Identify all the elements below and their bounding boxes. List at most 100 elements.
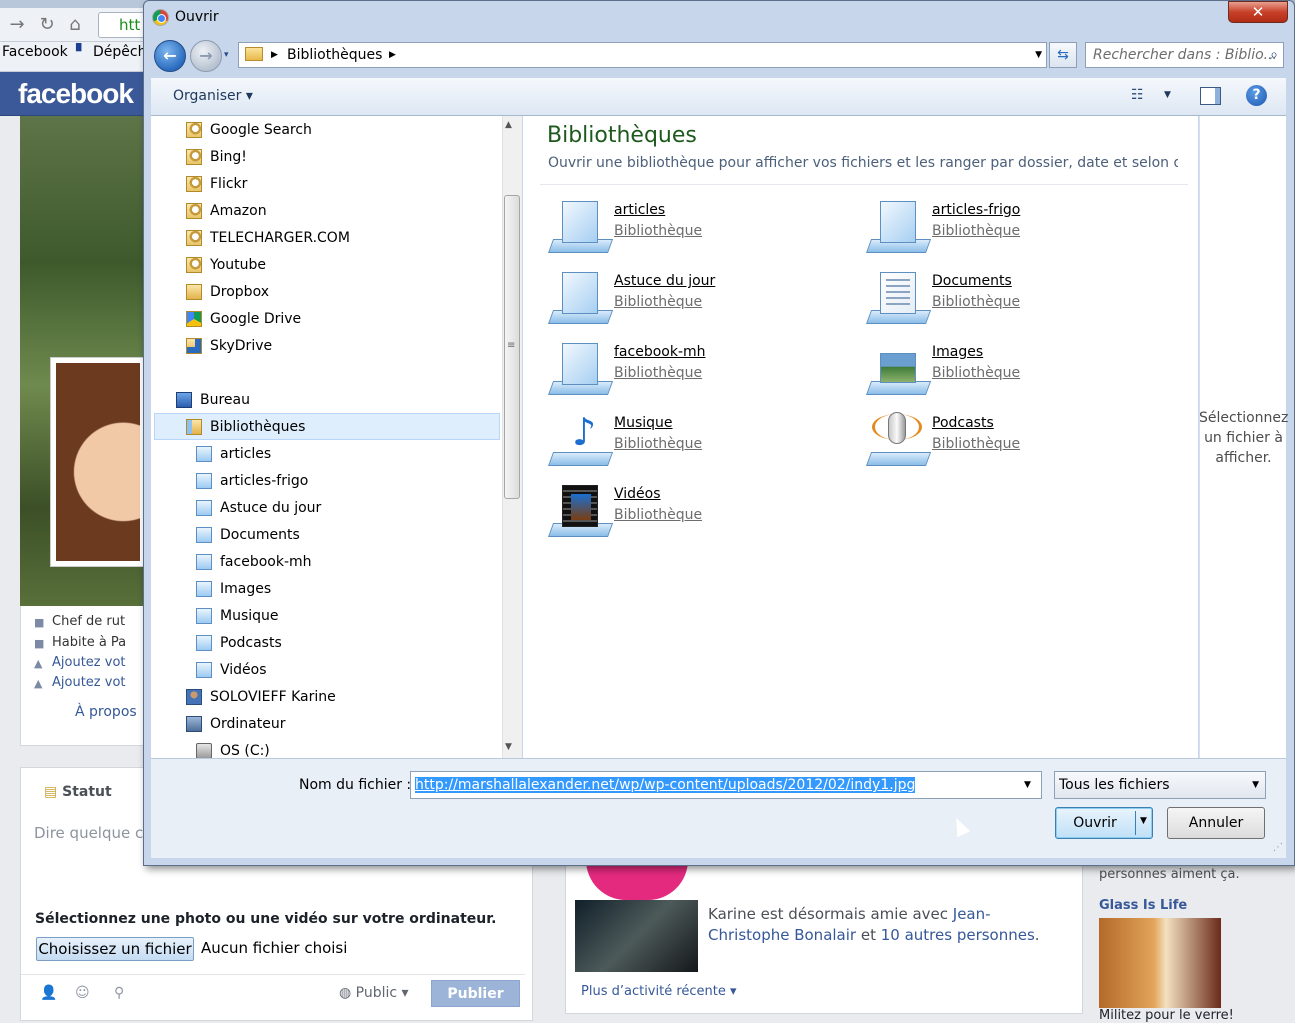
bookmark-facebook[interactable]: Facebook [2,44,68,60]
nav-item-label: Youtube [210,257,266,273]
more-activity-link[interactable]: Plus d’activité récente ▾ [581,984,737,999]
library-name[interactable]: articles [614,202,665,218]
breadcrumb-arrow-icon[interactable]: ▶ [271,43,278,67]
back-button[interactable]: ← [154,40,186,72]
status-input[interactable]: Dire quelque ch [34,824,153,842]
library-tile[interactable]: Vidéos Bibliothèque [548,481,848,545]
info-home: Habite à Pa [52,635,127,650]
photo-select-label: Sélectionnez une photo ou une vidéo sur … [35,911,497,927]
search-folder-icon [186,149,202,165]
library-icon [548,268,614,326]
audience-selector[interactable]: ◍ Public ▾ [339,985,409,1001]
breadcrumb-arrow-icon[interactable]: ▶ [389,43,396,67]
chrome-icon [152,9,169,26]
file-type-filter[interactable]: Tous les fichiers ▼ [1054,771,1266,799]
nav-item-label: Images [220,581,272,597]
library-type[interactable]: Bibliothèque [932,294,1020,310]
nav-item-label: Astuce du jour [220,500,322,516]
library-name[interactable]: Musique [614,415,673,431]
library-name[interactable]: Images [932,344,983,360]
library-name[interactable]: Podcasts [932,415,994,431]
facebook-logo[interactable]: facebook [18,78,134,110]
chevron-down-icon[interactable]: ▼ [1140,816,1147,826]
library-type[interactable]: Bibliothèque [932,436,1020,452]
library-name[interactable]: Astuce du jour [614,273,715,289]
organize-menu[interactable]: Organiser ▾ [173,88,253,104]
open-button[interactable]: Ouvrir ▼ [1055,807,1153,839]
recent-locations-icon[interactable]: ▾ [224,50,229,60]
drive-icon [196,743,212,759]
nav-item-label: Google Search [210,122,312,138]
scroll-down-icon[interactable]: ▼ [505,742,512,752]
library-type[interactable]: Bibliothèque [614,223,702,239]
user-folder-icon [186,689,202,705]
library-name[interactable]: Documents [932,273,1012,289]
tag-people-icon[interactable]: 👤 [40,985,57,1001]
library-tile[interactable]: Documents Bibliothèque [866,268,1166,332]
chevron-down-icon[interactable]: ▼ [1024,780,1031,790]
library-type[interactable]: Bibliothèque [932,223,1020,239]
library-type[interactable]: Bibliothèque [932,365,1020,381]
friend-photo[interactable] [575,900,698,972]
info-add-1[interactable]: Ajoutez vot [52,655,126,670]
ad-title[interactable]: Glass Is Life [1099,898,1187,913]
address-text: htt [119,16,141,34]
nav-item-label: SkyDrive [210,338,273,354]
nav-item-label: SOLOVIEFF Karine [210,689,336,705]
publish-button[interactable]: Publier [431,980,520,1007]
preview-pane-icon[interactable] [1200,87,1221,105]
library-type[interactable]: Bibliothèque [614,507,702,523]
location-icon[interactable]: ⚲ [114,985,124,1001]
library-name[interactable]: Vidéos [614,486,661,502]
divider [540,184,1188,185]
chevron-down-icon[interactable]: ▼ [1035,43,1042,67]
library-type[interactable]: Bibliothèque [614,365,702,381]
scroll-up-icon[interactable]: ▲ [505,120,512,130]
about-link[interactable]: À propos [75,704,137,720]
library-tile[interactable]: articles Bibliothèque [548,197,848,261]
others-link[interactable]: 10 autres personnes [881,926,1035,944]
status-tab[interactable]: ▤ Statut [44,784,112,800]
filename-label: Nom du fichier : [299,777,412,793]
help-icon[interactable]: ? [1246,85,1267,106]
feeling-icon[interactable]: ☺ [75,985,90,1001]
ad-image[interactable] [1099,918,1221,1008]
folder-icon [186,284,202,300]
address-breadcrumb[interactable]: ▶ Bibliothèques ▶ ▼ [238,42,1047,68]
chevron-down-icon[interactable]: ▼ [1164,90,1171,100]
choose-file-button[interactable]: Choisissez un fichier [36,937,194,961]
refresh-button[interactable]: ⇆ [1049,42,1077,68]
bookmark-depeche[interactable]: Dépêch [93,44,146,60]
library-name[interactable]: articles-frigo [932,202,1020,218]
library-tile[interactable]: ♪ Musique Bibliothèque [548,410,848,474]
library-type[interactable]: Bibliothèque [614,294,702,310]
browser-forward-icon[interactable]: → [6,14,28,36]
info-work: Chef de rut [52,614,126,629]
forward-button[interactable]: → [190,40,222,72]
nav-item-label: articles-frigo [220,473,309,489]
library-tile[interactable]: Astuce du jour Bibliothèque [548,268,848,332]
library-tile[interactable]: facebook-mh Bibliothèque [548,339,848,403]
library-tile[interactable]: articles-frigo Bibliothèque [866,197,1166,261]
resize-grip-icon[interactable]: ⋰ [1273,842,1283,853]
breadcrumb-libraries[interactable]: Bibliothèques [287,43,382,67]
view-options-icon[interactable]: ☷ [1131,87,1153,105]
cancel-button[interactable]: Annuler [1167,807,1265,839]
browser-home-icon[interactable]: ⌂ [64,14,86,36]
browser-reload-icon[interactable]: ↻ [36,14,58,36]
info-add-2[interactable]: Ajoutez vot [52,675,126,690]
library-icon [548,197,614,255]
library-tile[interactable]: Images Bibliothèque [866,339,1166,403]
library-name[interactable]: facebook-mh [614,344,706,360]
ad-caption: Militez pour le verre! [1099,1008,1234,1023]
library-type[interactable]: Bibliothèque [614,436,702,452]
nav-item-label: facebook-mh [220,554,312,570]
profile-picture[interactable] [50,357,146,567]
search-input[interactable]: Rechercher dans : Biblio... ⌕ [1085,42,1284,68]
close-button[interactable]: ✕ [1228,1,1288,23]
search-icon[interactable]: ⌕ [1270,43,1278,67]
filename-input[interactable]: http://marshallalexander.net/wp/wp-conte… [410,771,1042,799]
pictures-library-icon [196,581,212,597]
library-tile[interactable]: Podcasts Bibliothèque [866,410,1166,474]
podcasts-library-icon [866,410,932,468]
